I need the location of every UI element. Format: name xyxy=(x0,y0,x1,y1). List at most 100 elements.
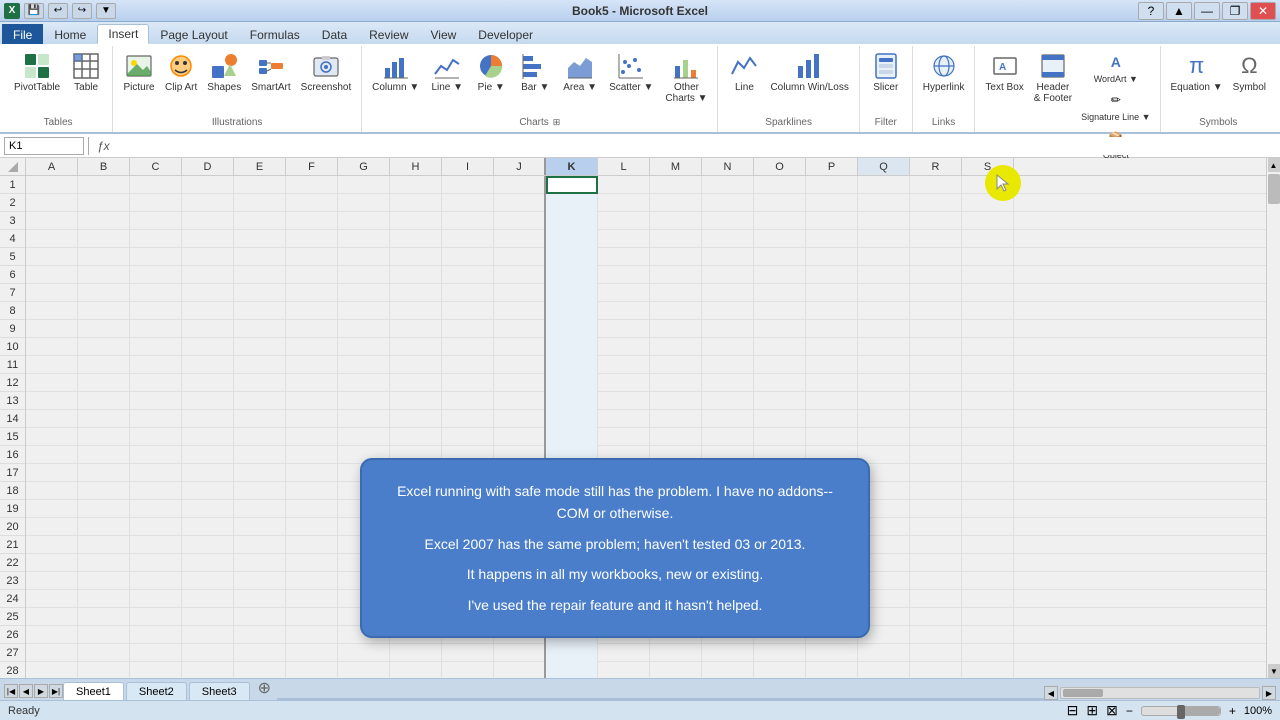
cell-L6[interactable] xyxy=(598,266,650,284)
row-header-24[interactable]: 24 xyxy=(0,590,25,608)
cell-H3[interactable] xyxy=(390,212,442,230)
cell-E25[interactable] xyxy=(234,608,286,626)
sparkline-line-btn[interactable]: Line xyxy=(724,48,764,95)
cell-R14[interactable] xyxy=(910,410,962,428)
cell-C5[interactable] xyxy=(130,248,182,266)
row-header-16[interactable]: 16 xyxy=(0,446,25,464)
cell-O12[interactable] xyxy=(754,374,806,392)
cell-R10[interactable] xyxy=(910,338,962,356)
cell-G1[interactable] xyxy=(338,176,390,194)
col-header-b[interactable]: B xyxy=(78,158,130,175)
cell-J14[interactable] xyxy=(494,410,546,428)
cell-C1[interactable] xyxy=(130,176,182,194)
horizontal-scrollbar[interactable] xyxy=(1060,687,1260,699)
cell-A15[interactable] xyxy=(26,428,78,446)
cell-L8[interactable] xyxy=(598,302,650,320)
row-header-13[interactable]: 13 xyxy=(0,392,25,410)
cell-F15[interactable] xyxy=(286,428,338,446)
cell-R26[interactable] xyxy=(910,626,962,644)
cell-I6[interactable] xyxy=(442,266,494,284)
scroll-thumb[interactable] xyxy=(1063,689,1103,697)
cell-H4[interactable] xyxy=(390,230,442,248)
cell-B16[interactable] xyxy=(78,446,130,464)
tab-data[interactable]: Data xyxy=(311,24,358,44)
cell-S14[interactable] xyxy=(962,410,1014,428)
insert-sheet-btn[interactable]: ⊕ xyxy=(252,676,277,700)
cell-L7[interactable] xyxy=(598,284,650,302)
cell-R24[interactable] xyxy=(910,590,962,608)
sheet-tab-2[interactable]: Sheet2 xyxy=(126,682,187,700)
cell-J12[interactable] xyxy=(494,374,546,392)
cell-E18[interactable] xyxy=(234,482,286,500)
cell-C2[interactable] xyxy=(130,194,182,212)
cell-E8[interactable] xyxy=(234,302,286,320)
cell-M2[interactable] xyxy=(650,194,702,212)
cell-A24[interactable] xyxy=(26,590,78,608)
corner-cell[interactable] xyxy=(0,158,26,175)
cell-H12[interactable] xyxy=(390,374,442,392)
pivottable-btn[interactable]: PivotTable xyxy=(10,48,64,95)
cell-K4[interactable] xyxy=(546,230,598,248)
cell-A8[interactable] xyxy=(26,302,78,320)
cell-K6[interactable] xyxy=(546,266,598,284)
cell-A22[interactable] xyxy=(26,554,78,572)
cell-A5[interactable] xyxy=(26,248,78,266)
tab-view[interactable]: View xyxy=(420,24,468,44)
cell-H14[interactable] xyxy=(390,410,442,428)
cell-F23[interactable] xyxy=(286,572,338,590)
cell-A10[interactable] xyxy=(26,338,78,356)
page-break-view-btn[interactable]: ⊠ xyxy=(1106,702,1118,719)
v-scroll-thumb[interactable] xyxy=(1268,174,1280,204)
cell-R19[interactable] xyxy=(910,500,962,518)
row-header-4[interactable]: 4 xyxy=(0,230,25,248)
cell-H11[interactable] xyxy=(390,356,442,374)
close-btn[interactable]: ✕ xyxy=(1250,2,1276,20)
cell-M12[interactable] xyxy=(650,374,702,392)
cell-C22[interactable] xyxy=(130,554,182,572)
cell-E15[interactable] xyxy=(234,428,286,446)
cell-S3[interactable] xyxy=(962,212,1014,230)
cell-M4[interactable] xyxy=(650,230,702,248)
cell-S21[interactable] xyxy=(962,536,1014,554)
cell-C13[interactable] xyxy=(130,392,182,410)
cell-C9[interactable] xyxy=(130,320,182,338)
cell-L27[interactable] xyxy=(598,644,650,662)
cell-O4[interactable] xyxy=(754,230,806,248)
cell-E21[interactable] xyxy=(234,536,286,554)
cell-R21[interactable] xyxy=(910,536,962,554)
cell-C20[interactable] xyxy=(130,518,182,536)
cell-B5[interactable] xyxy=(78,248,130,266)
cell-D7[interactable] xyxy=(182,284,234,302)
cell-N27[interactable] xyxy=(702,644,754,662)
cell-F5[interactable] xyxy=(286,248,338,266)
cell-R15[interactable] xyxy=(910,428,962,446)
cell-S5[interactable] xyxy=(962,248,1014,266)
cell-G27[interactable] xyxy=(338,644,390,662)
cell-N2[interactable] xyxy=(702,194,754,212)
screenshot-btn[interactable]: Screenshot xyxy=(297,48,356,95)
cell-Q2[interactable] xyxy=(858,194,910,212)
name-box[interactable] xyxy=(4,137,84,155)
cell-G10[interactable] xyxy=(338,338,390,356)
col-header-d[interactable]: D xyxy=(182,158,234,175)
cell-J1[interactable] xyxy=(494,176,546,194)
cell-N12[interactable] xyxy=(702,374,754,392)
cell-I27[interactable] xyxy=(442,644,494,662)
cell-D21[interactable] xyxy=(182,536,234,554)
cell-H7[interactable] xyxy=(390,284,442,302)
quick-customize-btn[interactable]: ▼ xyxy=(96,3,116,19)
cell-B24[interactable] xyxy=(78,590,130,608)
cell-R13[interactable] xyxy=(910,392,962,410)
cell-F22[interactable] xyxy=(286,554,338,572)
cell-G8[interactable] xyxy=(338,302,390,320)
cell-R8[interactable] xyxy=(910,302,962,320)
cell-R25[interactable] xyxy=(910,608,962,626)
cell-N15[interactable] xyxy=(702,428,754,446)
cell-O13[interactable] xyxy=(754,392,806,410)
cell-S20[interactable] xyxy=(962,518,1014,536)
cell-R22[interactable] xyxy=(910,554,962,572)
line-chart-btn[interactable]: Line ▼ xyxy=(427,48,467,95)
cell-E16[interactable] xyxy=(234,446,286,464)
row-header-25[interactable]: 25 xyxy=(0,608,25,626)
cell-E23[interactable] xyxy=(234,572,286,590)
